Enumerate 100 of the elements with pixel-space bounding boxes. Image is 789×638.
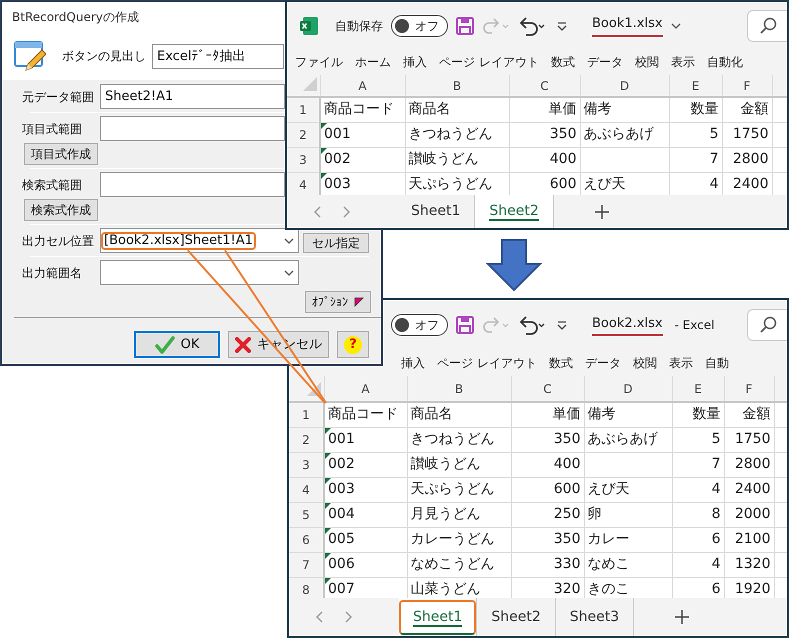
table-cell: 数量	[672, 402, 724, 427]
ribbon-tab[interactable]: ページ レイアウト	[439, 53, 539, 71]
autosave-toggle[interactable]: オフ	[391, 14, 448, 36]
table-cell: 商品コード	[324, 402, 407, 427]
table-cell: 600	[511, 477, 584, 502]
search-field[interactable]	[747, 10, 787, 42]
column-header[interactable]: A	[324, 376, 407, 402]
row-header[interactable]: 5	[289, 502, 324, 527]
ribbon-tab[interactable]: 自動	[704, 354, 729, 372]
table-cell: 400	[511, 452, 584, 477]
ribbon-tab[interactable]: 数式	[548, 354, 573, 372]
column-header[interactable]: C	[511, 376, 584, 402]
customize-icon[interactable]	[556, 20, 568, 32]
table-cell: なめこうどん	[407, 552, 511, 577]
table-cell: きつねうどん	[405, 122, 509, 147]
table-cell: 備考	[580, 97, 669, 122]
column-header[interactable]: B	[405, 75, 509, 97]
cell-select-button[interactable]: セル指定	[303, 233, 369, 253]
plus-icon[interactable]	[594, 204, 610, 220]
chevron-right-icon[interactable]	[343, 206, 351, 218]
column-header[interactable]: E	[672, 376, 724, 402]
column-header[interactable]: C	[509, 75, 580, 97]
row-header[interactable]: 1	[287, 97, 320, 122]
row-header[interactable]: 3	[289, 452, 324, 477]
autosave-toggle[interactable]: オフ	[391, 314, 448, 336]
row-header[interactable]: 2	[289, 427, 324, 452]
ribbon-tab[interactable]: ファイル	[295, 53, 343, 71]
file-name: Book1.xlsx	[592, 14, 663, 37]
ribbon-tab[interactable]: 自動化	[706, 53, 743, 71]
chevron-down-icon	[284, 270, 294, 276]
chevron-right-icon[interactable]	[345, 611, 353, 623]
row-header[interactable]: 4	[289, 477, 324, 502]
sheet-tab[interactable]: Sheet2	[475, 195, 554, 228]
row-header[interactable]: 8	[289, 577, 324, 598]
ribbon-tab[interactable]: 表示	[670, 53, 695, 71]
field-label: 元データ範囲	[22, 88, 95, 106]
table-cell: 月見うどん	[407, 502, 511, 527]
row-header[interactable]: 1	[289, 402, 324, 427]
row-header[interactable]: 3	[287, 147, 320, 172]
combo-box[interactable]: [Book2.xlsx]Sheet1!A1	[100, 228, 299, 253]
table-cell: 330	[511, 552, 584, 577]
row-header[interactable]: 2	[287, 122, 320, 147]
column-header[interactable]: A	[320, 75, 405, 97]
create-button[interactable]: 項目式作成	[24, 143, 98, 165]
ribbon-tab[interactable]: 表示	[668, 354, 693, 372]
chevron-left-icon[interactable]	[313, 206, 321, 218]
sheet-tab[interactable]: Sheet1	[399, 598, 478, 636]
chevron-down-icon[interactable]	[670, 22, 681, 28]
ribbon-tab[interactable]: データ	[586, 53, 623, 71]
help-button[interactable]: ?	[337, 331, 369, 358]
search-icon	[758, 16, 776, 34]
text-field[interactable]	[100, 116, 285, 141]
row-header[interactable]: 6	[289, 527, 324, 552]
field-label: 出力範囲名	[22, 264, 83, 282]
table-cell: 003	[324, 477, 407, 502]
customize-icon[interactable]	[556, 319, 568, 331]
table-cell: 単価	[509, 97, 580, 122]
text-field[interactable]	[100, 172, 285, 197]
table-cell: 2000	[724, 502, 774, 527]
table-cell: 4	[672, 477, 724, 502]
column-header[interactable]: F	[724, 376, 774, 402]
field-label: 出力セル位置	[22, 232, 95, 250]
text-field[interactable]: Sheet2!A1	[100, 84, 285, 109]
column-header[interactable]: F	[722, 75, 772, 97]
chevron-left-icon[interactable]	[315, 611, 323, 623]
ribbon-tab[interactable]: 挿入	[403, 53, 427, 71]
sheet-tab[interactable]: Sheet2	[477, 598, 556, 636]
ribbon-tab[interactable]: 校閲	[634, 53, 659, 71]
row-header[interactable]: 4	[287, 172, 320, 195]
ok-button[interactable]: OK	[134, 331, 220, 358]
ribbon-tab[interactable]: 挿入	[401, 354, 425, 372]
combo-box[interactable]	[100, 260, 299, 285]
error-indicator-icon	[325, 578, 331, 584]
table-cell: 単価	[511, 402, 584, 427]
search-field[interactable]	[747, 309, 787, 341]
ribbon-tab[interactable]: ページ レイアウト	[437, 354, 537, 372]
table-cell: 讃岐うどん	[405, 147, 509, 172]
column-header[interactable]: D	[580, 75, 669, 97]
plus-icon[interactable]	[674, 609, 690, 625]
sheet-tab[interactable]: Sheet3	[556, 598, 634, 636]
table-cell: あぶらあげ	[584, 427, 672, 452]
column-header[interactable]: E	[669, 75, 722, 97]
ribbon-tab[interactable]: 校閲	[632, 354, 657, 372]
notepad-pencil-icon	[14, 40, 46, 72]
column-header[interactable]: B	[407, 376, 511, 402]
column-header[interactable]: D	[584, 376, 672, 402]
save-icon[interactable]	[456, 316, 474, 334]
ribbon-tab[interactable]: 数式	[550, 53, 575, 71]
table-cell: 5	[672, 427, 724, 452]
row-header[interactable]: 7	[289, 552, 324, 577]
table-cell: 005	[324, 527, 407, 552]
caption-field[interactable]: Excelﾃﾞｰﾀ抽出	[152, 44, 284, 68]
ribbon-tab[interactable]: データ	[584, 354, 621, 372]
table-cell: 2800	[724, 452, 774, 477]
table-cell: 商品名	[405, 97, 509, 122]
options-button[interactable]: ｵﾌﾟｼｮﾝ	[305, 291, 371, 313]
create-button[interactable]: 検索式作成	[24, 199, 98, 221]
table-cell: 400	[509, 147, 580, 172]
save-icon[interactable]	[456, 16, 474, 34]
ribbon-tab[interactable]: ホーム	[355, 53, 391, 71]
